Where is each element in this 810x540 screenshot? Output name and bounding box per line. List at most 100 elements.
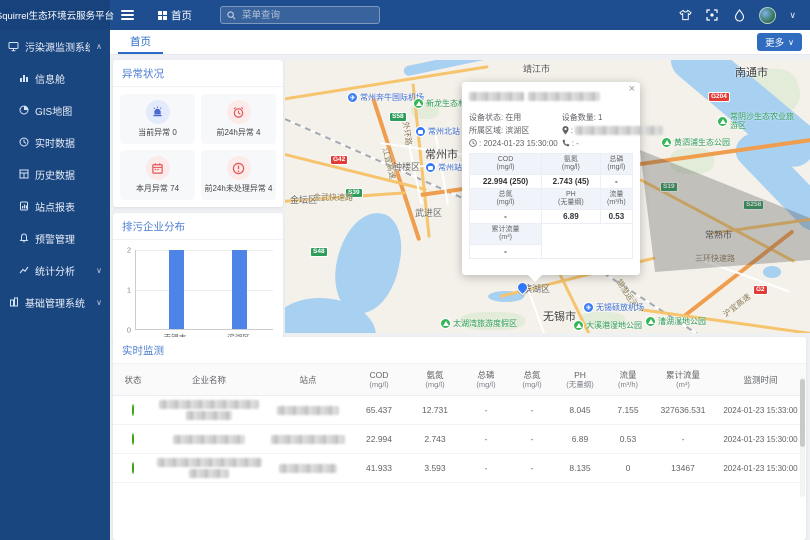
tp-value: - <box>463 434 509 444</box>
road-badge: S258 <box>743 200 764 210</box>
metric-value: 0.53 <box>600 210 632 224</box>
flow-value: 0 <box>605 463 651 473</box>
menu-search[interactable] <box>220 6 380 24</box>
sidebar-group-pollution-monitor[interactable]: 污染源监测系统 ∧ <box>0 30 110 62</box>
pond <box>763 266 781 278</box>
user-avatar[interactable] <box>759 7 776 24</box>
scrollbar-thumb[interactable] <box>800 379 805 447</box>
total-flow-value: 13467 <box>651 463 715 473</box>
enterprise-distribution-panel: 排污企业分布 2 1 0 无锡市 滨湖区 <box>113 213 283 344</box>
metric-value: 22.994 (250) <box>470 175 542 189</box>
nh3-value: 12.731 <box>407 405 463 415</box>
sidebar-item-site-report[interactable]: 站点报表 <box>0 190 110 222</box>
tree-icon <box>573 320 584 331</box>
card-24h-abnormal[interactable]: 前24h异常 4 <box>201 94 276 144</box>
flow-value: 0.53 <box>605 434 651 444</box>
sidebar-item-label: 站点报表 <box>35 199 102 214</box>
menu-toggle-icon[interactable] <box>110 10 144 20</box>
flame-icon[interactable] <box>732 8 746 22</box>
phone: : - <box>562 137 663 149</box>
table-scrollbar <box>800 377 805 497</box>
cod-value: 65.437 <box>351 405 407 415</box>
sidebar-item-label: 信息舱 <box>35 71 102 86</box>
search-input[interactable] <box>240 9 360 22</box>
calendar-icon <box>146 156 170 180</box>
tp-value: - <box>463 405 509 415</box>
road-badge: S19 <box>660 182 678 192</box>
card-label: 前24h未处理异常 4 <box>204 183 272 194</box>
sidebar-item-alert-manage[interactable]: 预警管理 <box>0 222 110 254</box>
panel-title: 实时监测 <box>113 337 806 364</box>
map-poi-station[interactable]: 常州北站 <box>415 126 460 137</box>
bar-wuxi[interactable] <box>169 250 184 329</box>
chevron-down-icon: ∨ <box>96 266 102 275</box>
more-button[interactable]: 更多 ∨ <box>757 33 802 51</box>
tab-home[interactable]: 首页 <box>118 30 163 54</box>
map-city-label: 常熟市 <box>705 228 732 241</box>
site-name-redacted <box>265 405 351 415</box>
map-city-label: 无锡市 <box>543 308 576 324</box>
nh3-value: 2.743 <box>407 434 463 444</box>
map-poi-park[interactable]: 漕湖湿地公园 <box>645 316 706 327</box>
table-row[interactable]: 41.933 3.593 - - 8.135 0 13467 2024-01-2… <box>113 454 806 483</box>
enterprise-name-redacted <box>153 400 265 420</box>
sidebar-item-realtime-data[interactable]: 实时数据 <box>0 126 110 158</box>
station-info-popup: × 设备状态:在用 设备数量:1 所属区域:滨湖区 <box>462 82 640 275</box>
tn-value: - <box>509 463 555 473</box>
map-city-label: 靖江市 <box>523 62 550 75</box>
map-poi-park[interactable]: 太湖湾旅游度假区 <box>440 318 517 329</box>
dashboard-icon <box>18 73 29 84</box>
table-row[interactable]: 22.994 2.743 - - 6.89 0.53 - 2024-01-23 … <box>113 425 806 454</box>
status-dot-green <box>132 404 134 416</box>
metric-header: 累计流量(m³) <box>470 224 542 245</box>
card-current-abnormal[interactable]: 当前异常 0 <box>120 94 195 144</box>
sidebar-group-base-manage[interactable]: 基础管理系统 ∨ <box>0 286 110 318</box>
sidebar-item-gis-map[interactable]: GIS地图 <box>0 94 110 126</box>
bar-binhu[interactable] <box>232 250 247 329</box>
train-icon <box>425 162 436 173</box>
tree-icon <box>440 318 451 329</box>
metric-value: 6.89 <box>542 210 601 224</box>
metric-header: 总磷(mg/l) <box>600 154 632 175</box>
close-icon[interactable]: × <box>629 84 635 95</box>
map-poi-park[interactable]: 大溪港湿地公园 <box>573 320 642 331</box>
sidebar-item-label: 实时数据 <box>35 135 102 150</box>
sidebar-item-history-data[interactable]: 历史数据 <box>0 158 110 190</box>
map-road-label: 沪宜高速 <box>721 291 753 319</box>
chevron-down-icon: ∨ <box>788 38 794 47</box>
card-label: 前24h异常 4 <box>216 127 260 138</box>
ph-value: 6.89 <box>555 434 605 444</box>
screenshot-icon[interactable] <box>705 8 719 22</box>
metric-header: PH(无量纲) <box>542 189 601 210</box>
card-24h-unhandled-abnormal[interactable]: 前24h未处理异常 4 <box>201 150 276 200</box>
map-road-label: 金武快速路 <box>313 192 353 203</box>
card-month-abnormal[interactable]: 本月异常 74 <box>120 150 195 200</box>
gis-map[interactable]: G346 S58 S39 G42 S48 S342 S19 G204 S258 … <box>285 60 810 333</box>
map-poi-station[interactable]: 常州站 <box>425 162 462 173</box>
breadcrumb-home[interactable]: 首页 <box>171 8 192 23</box>
breadcrumb[interactable]: 首页 <box>158 8 192 23</box>
sidebar-item-statistics[interactable]: 统计分析 ∨ <box>0 254 110 286</box>
tn-value: - <box>509 405 555 415</box>
map-poi-park[interactable]: 新龙生态林 <box>413 98 466 109</box>
panel-title: 排污企业分布 <box>113 213 283 240</box>
theme-shirt-icon[interactable] <box>678 8 692 22</box>
monitor-system-icon <box>8 41 19 52</box>
user-menu-chevron-down-icon[interactable]: ∨ <box>789 10 796 21</box>
cod-value: 22.994 <box>351 434 407 444</box>
map-poi-park[interactable]: 黄泗浦生态公园 <box>661 137 730 148</box>
sidebar-item-info-cabin[interactable]: 信息舱 <box>0 62 110 94</box>
empty-cell <box>542 224 633 259</box>
device-status: 设备状态:在用 <box>469 111 558 123</box>
phone-icon <box>562 139 570 147</box>
map-poi-airport[interactable]: ✈无锡硕放机场 <box>583 302 644 313</box>
metric-value: - <box>470 210 542 224</box>
region: 所属区域:滨湖区 <box>469 124 558 136</box>
table-row[interactable]: 65.437 12.731 - - 8.045 7.155 327636.531… <box>113 396 806 425</box>
plane-icon: ✈ <box>347 92 358 103</box>
panel-title: 异常状况 <box>113 60 283 87</box>
map-poi-park[interactable]: 常阴沙生态农业旅游区 <box>717 112 795 130</box>
nh3-value: 3.593 <box>407 463 463 473</box>
home-grid-icon <box>158 11 167 20</box>
metric-value: - <box>470 245 542 259</box>
